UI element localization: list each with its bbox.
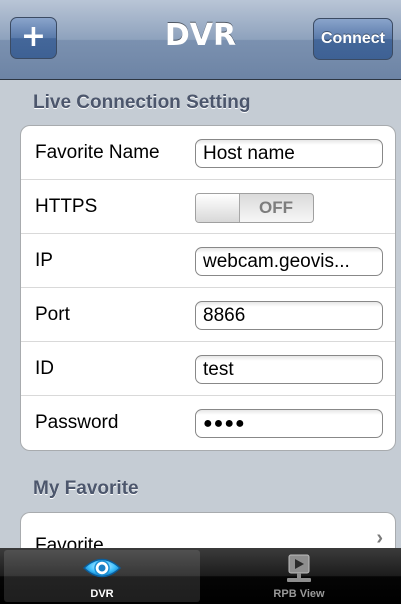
tab-rpb-view[interactable]: RPB View xyxy=(201,550,397,602)
favorite-name-label: Favorite Name xyxy=(35,142,160,163)
section-header-my-favorite: My Favorite xyxy=(33,478,139,499)
tab-bar: DVR RPB View xyxy=(0,548,401,604)
ip-label: IP xyxy=(35,250,53,271)
ip-row[interactable]: IP webcam.geovis... xyxy=(21,234,395,288)
ip-field[interactable]: webcam.geovis... xyxy=(195,247,383,276)
navigation-bar: + DVR Connect xyxy=(0,0,401,80)
section-header-live-connection: Live Connection Setting xyxy=(33,92,251,113)
favorite-name-field[interactable]: Host name xyxy=(195,139,383,168)
favorite-name-row[interactable]: Favorite Name Host name xyxy=(21,126,395,180)
password-label: Password xyxy=(35,412,119,433)
chevron-right-icon: › xyxy=(376,527,383,549)
password-row[interactable]: Password ●●●● xyxy=(21,396,395,450)
id-label: ID xyxy=(35,358,54,379)
port-row[interactable]: Port 8866 xyxy=(21,288,395,342)
toggle-knob[interactable] xyxy=(196,194,240,222)
https-label: HTTPS xyxy=(35,196,98,217)
playback-icon xyxy=(279,553,319,590)
toggle-state-text: OFF xyxy=(259,198,293,217)
port-label: Port xyxy=(35,304,70,325)
port-field[interactable]: 8866 xyxy=(195,301,383,330)
password-field[interactable]: ●●●● xyxy=(195,409,383,438)
id-row[interactable]: ID test xyxy=(21,342,395,396)
tab-dvr[interactable]: DVR xyxy=(4,550,200,602)
https-toggle[interactable]: OFF xyxy=(195,193,314,223)
tab-rpb-view-label: RPB View xyxy=(273,588,325,600)
https-row: HTTPS OFF xyxy=(21,180,395,234)
tab-dvr-label: DVR xyxy=(90,588,114,600)
live-connection-group: Favorite Name Host name HTTPS OFF IP web… xyxy=(20,125,396,451)
connect-button[interactable]: Connect xyxy=(313,18,393,60)
id-field[interactable]: test xyxy=(195,355,383,384)
eye-icon xyxy=(82,553,122,588)
